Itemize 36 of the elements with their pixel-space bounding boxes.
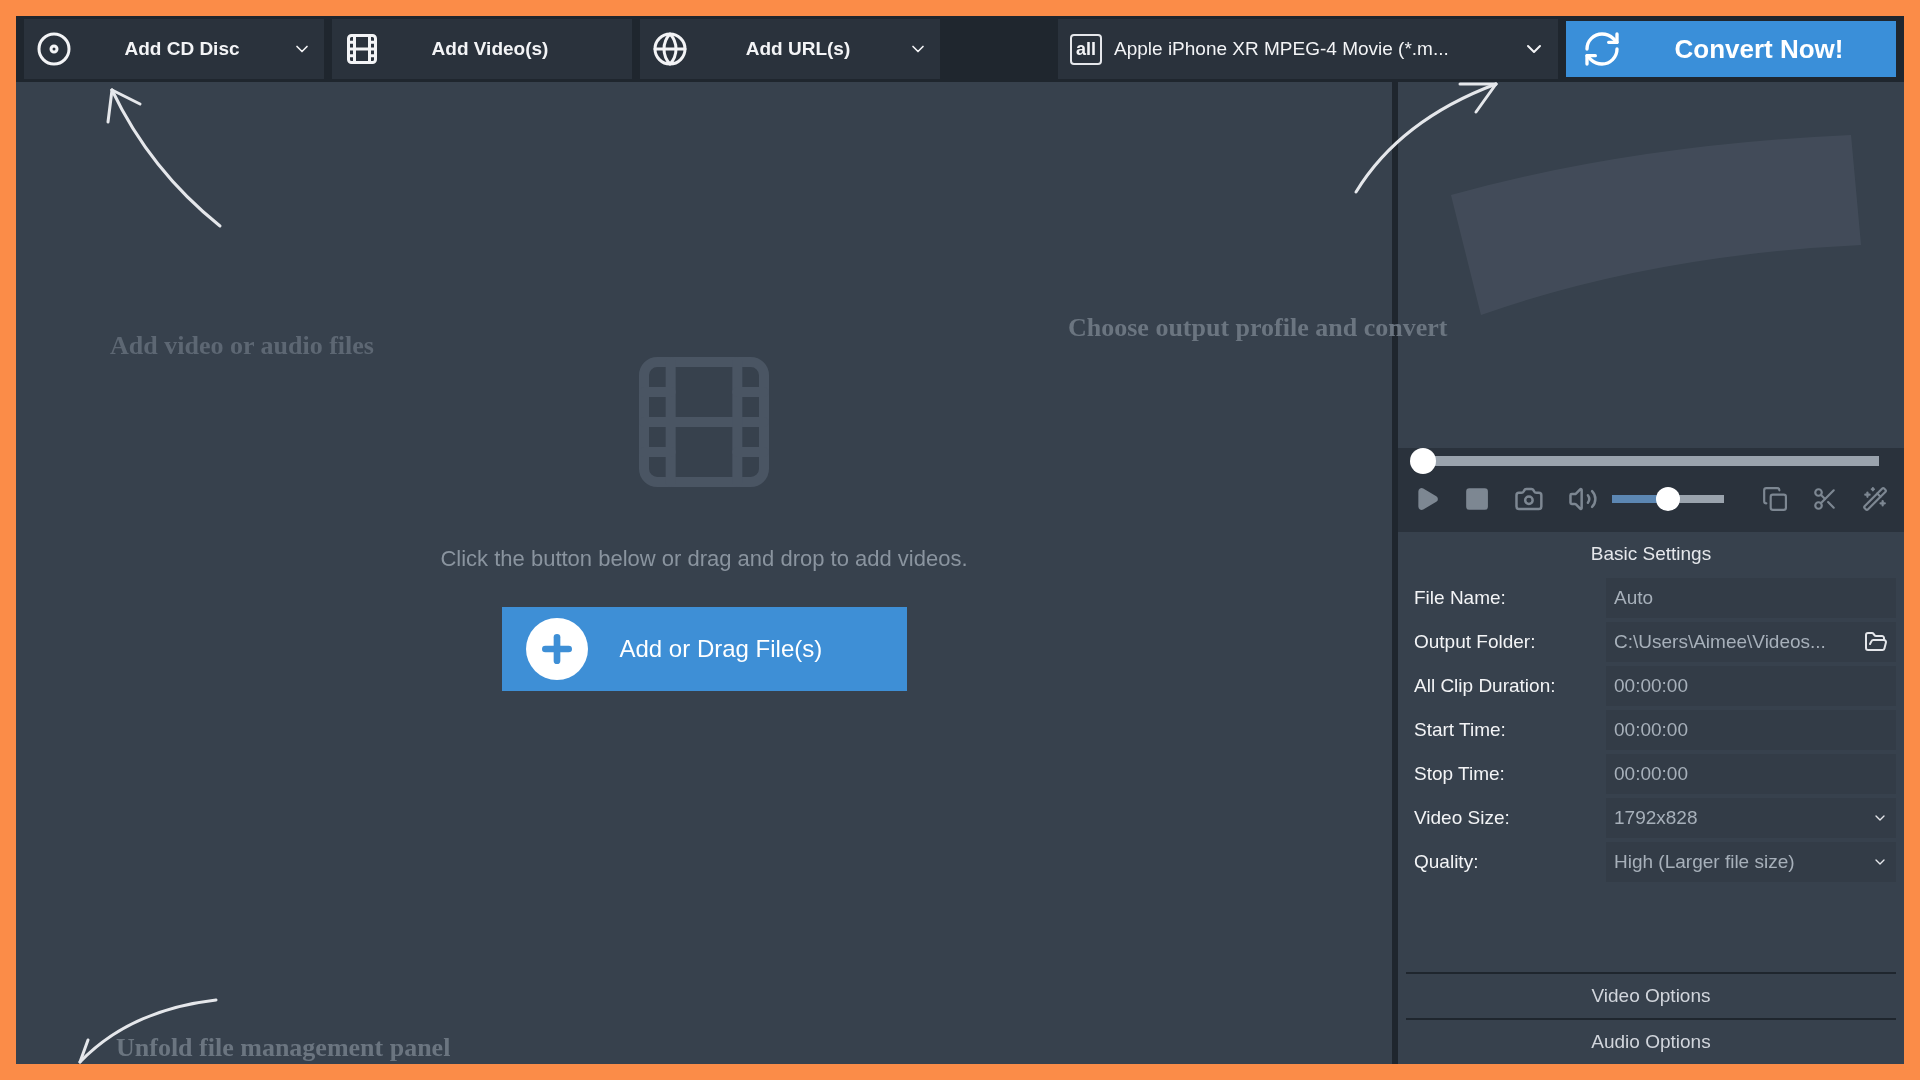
setting-label: Video Size:	[1413, 805, 1511, 830]
settings-title: Basic Settings	[1589, 541, 1713, 566]
volume-thumb[interactable]	[1655, 487, 1680, 511]
setting-label: File Name:	[1413, 585, 1507, 610]
copy-icon[interactable]	[1761, 485, 1788, 513]
setting-label: Stop Time:	[1413, 761, 1506, 786]
toolbar-button[interactable]: Add Video(s)	[332, 19, 632, 79]
globe-icon	[652, 31, 688, 67]
stop-icon[interactable]	[1464, 485, 1491, 513]
toolbar-button[interactable]: Add URL(s)	[640, 19, 940, 79]
setting-field[interactable]: 00:00:00	[1606, 710, 1896, 750]
setting-field[interactable]: 00:00:00	[1606, 754, 1896, 794]
wand-icon[interactable]	[1861, 485, 1888, 513]
film-reel-icon	[344, 31, 380, 67]
profile-badge: all	[1070, 33, 1102, 65]
section-header[interactable]: Video Options	[1406, 972, 1896, 1018]
convert-button[interactable]: Convert Now!	[1566, 21, 1896, 77]
disc-icon	[36, 31, 72, 67]
setting-field[interactable]: 00:00:00	[1606, 666, 1896, 706]
refresh-icon	[1582, 29, 1622, 69]
section-header[interactable]: Audio Options	[1406, 1018, 1896, 1064]
hint-text: Click the button below or drag and drop to add videos.	[440, 545, 968, 573]
setting-dropdown[interactable]: High (Larger file size)	[1606, 842, 1896, 882]
toolbar-button[interactable]: Add CD Disc	[24, 19, 324, 79]
seek-thumb[interactable]	[1410, 448, 1436, 474]
setting-field[interactable]: C:\Users\Aimee\Videos...	[1606, 622, 1896, 662]
setting-label: Output Folder:	[1413, 629, 1537, 654]
add-files-button[interactable]: Add or Drag File(s)	[501, 607, 907, 691]
folder-icon[interactable]	[1864, 630, 1888, 654]
setting-field[interactable]: Auto	[1606, 578, 1896, 618]
scissors-icon[interactable]	[1811, 485, 1838, 513]
setting-label: All Clip Duration:	[1413, 673, 1557, 698]
setting-label: Start Time:	[1413, 717, 1507, 742]
setting-dropdown[interactable]: 1792x828	[1606, 798, 1896, 838]
setting-label: Quality:	[1413, 849, 1480, 874]
profile-dropdown[interactable]: all Apple iPhone XR MPEG-4 Movie (*.m...	[1058, 19, 1558, 79]
